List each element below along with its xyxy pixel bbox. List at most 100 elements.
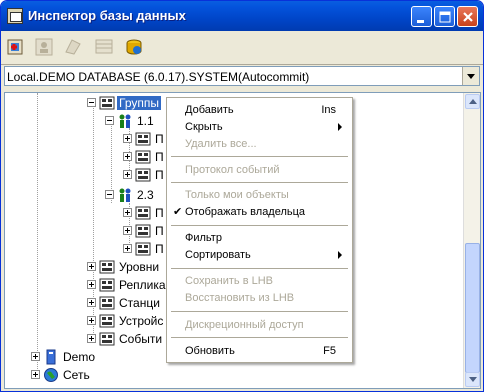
folder-objects-icon (135, 132, 151, 146)
tree-item-label: Станци (119, 296, 160, 310)
menu-separator (171, 182, 348, 183)
collapse-icon[interactable] (87, 98, 96, 107)
tree-item-label: П (155, 242, 164, 256)
folder-objects-icon (135, 224, 151, 238)
menu-item-filter[interactable]: Фильтр (169, 229, 350, 247)
minimize-button[interactable] (411, 6, 432, 27)
menu-item-label: Добавить (185, 104, 234, 116)
tree-item-label: Группы (117, 96, 161, 110)
menu-item-refresh[interactable]: Обновить F5 (169, 342, 350, 360)
menu-separator (171, 156, 348, 157)
menu-item-only-my-objects[interactable]: Только мои объекты (169, 186, 350, 204)
menu-item-delete-all[interactable]: Удалить все... (169, 135, 350, 153)
group-users-icon (119, 188, 131, 202)
submenu-arrow-icon (338, 123, 342, 131)
menu-item-save-lhb[interactable]: Сохранить в LHB (169, 272, 350, 290)
chevron-down-icon[interactable] (462, 67, 479, 85)
folder-objects-icon (135, 242, 151, 256)
tree-item-label: Уровни (119, 260, 160, 274)
tree-item-label: Реплика (119, 278, 166, 292)
table-button[interactable] (92, 35, 116, 59)
tree-item-label: Demo (63, 350, 96, 364)
menu-item-event-log[interactable]: Протокол событий (169, 161, 350, 179)
database-connect-icon (126, 39, 142, 55)
folder-objects-icon (99, 260, 115, 274)
scroll-thumb[interactable] (465, 243, 480, 373)
toolbar (1, 31, 483, 65)
tree-guide-line (37, 93, 38, 375)
menu-item-sort[interactable]: Сортировать (169, 246, 350, 264)
folder-objects-icon (135, 150, 151, 164)
submenu-arrow-icon (338, 251, 342, 259)
menu-item-label: Фильтр (185, 232, 222, 244)
connection-select[interactable]: Local.DEMO DATABASE (6.0.17).SYSTEM(Auto… (4, 66, 480, 86)
close-icon (463, 12, 473, 22)
maximize-button[interactable] (434, 6, 455, 27)
folder-objects-icon (99, 332, 115, 346)
expand-icon[interactable] (87, 334, 96, 343)
menu-item-restore-lhb[interactable]: Восстановить из LHB (169, 289, 350, 307)
maximize-icon (439, 11, 451, 23)
expand-icon[interactable] (31, 352, 40, 361)
documents-button[interactable] (61, 35, 85, 59)
menu-item-label: Отображать владельца (185, 206, 306, 218)
menu-item-hide[interactable]: Скрыть (169, 118, 350, 136)
menu-separator (171, 311, 348, 312)
close-button[interactable] (457, 6, 478, 27)
tree-item-label: Событи (119, 332, 163, 346)
tree-item-label: Устройс (119, 314, 164, 328)
menu-item-label: Только мои объекты (185, 189, 289, 201)
collapse-icon[interactable] (105, 190, 114, 199)
menu-item-discretionary-access[interactable]: Дискреционный доступ (169, 316, 350, 334)
window-title: Инспектор базы данных (28, 8, 186, 23)
database-connect-button[interactable] (122, 35, 146, 59)
expand-icon[interactable] (87, 316, 96, 325)
tree-item-label: П (155, 150, 164, 164)
menu-item-add[interactable]: Добавить Ins (169, 101, 350, 119)
vertical-scrollbar[interactable] (463, 93, 480, 388)
expand-icon[interactable] (123, 152, 132, 161)
table-icon (95, 39, 113, 54)
expand-icon[interactable] (123, 134, 132, 143)
database-icon (46, 349, 56, 365)
tree-item-label: 2.3 (137, 188, 154, 202)
expand-icon[interactable] (123, 226, 132, 235)
expand-icon[interactable] (123, 170, 132, 179)
collapse-icon[interactable] (105, 116, 114, 125)
expand-icon[interactable] (123, 208, 132, 217)
menu-separator (171, 268, 348, 269)
expand-icon[interactable] (87, 298, 96, 307)
scroll-down-arrow-icon[interactable] (465, 372, 480, 387)
user-button[interactable] (32, 35, 56, 59)
folder-objects-icon (135, 206, 151, 220)
menu-separator (171, 225, 348, 226)
context-menu: Добавить Ins Скрыть Удалить все... Прото… (166, 97, 353, 363)
folder-objects-icon (99, 296, 115, 310)
checkmark-icon: ✔ (173, 206, 183, 218)
menu-item-label: Сортировать (185, 249, 251, 261)
folder-objects-icon (99, 314, 115, 328)
add-object-icon (7, 39, 23, 55)
menu-item-show-owner[interactable]: ✔ Отображать владельца (169, 203, 350, 221)
minimize-icon (417, 20, 424, 23)
scroll-up-arrow-icon[interactable] (465, 94, 480, 109)
folder-objects-icon (99, 96, 115, 110)
expand-icon[interactable] (87, 280, 96, 289)
menu-item-label: Сохранить в LHB (185, 275, 274, 287)
globe-icon (44, 368, 58, 382)
menu-item-label: Скрыть (185, 121, 223, 133)
tree-guide-line (93, 103, 94, 343)
title-bar[interactable]: Инспектор базы данных (1, 1, 483, 31)
folder-objects-icon (99, 278, 115, 292)
menu-item-label: Обновить (185, 345, 235, 357)
menu-item-label: Восстановить из LHB (185, 292, 295, 304)
folder-objects-icon (135, 168, 151, 182)
menu-item-label: Протокол событий (185, 164, 280, 176)
tree-item-label: 1.1 (137, 114, 154, 128)
expand-icon[interactable] (123, 244, 132, 253)
expand-icon[interactable] (87, 262, 96, 271)
tree-item-label: П (155, 224, 164, 238)
expand-icon[interactable] (31, 370, 40, 379)
add-object-button[interactable] (4, 35, 28, 59)
group-users-icon (119, 114, 131, 128)
